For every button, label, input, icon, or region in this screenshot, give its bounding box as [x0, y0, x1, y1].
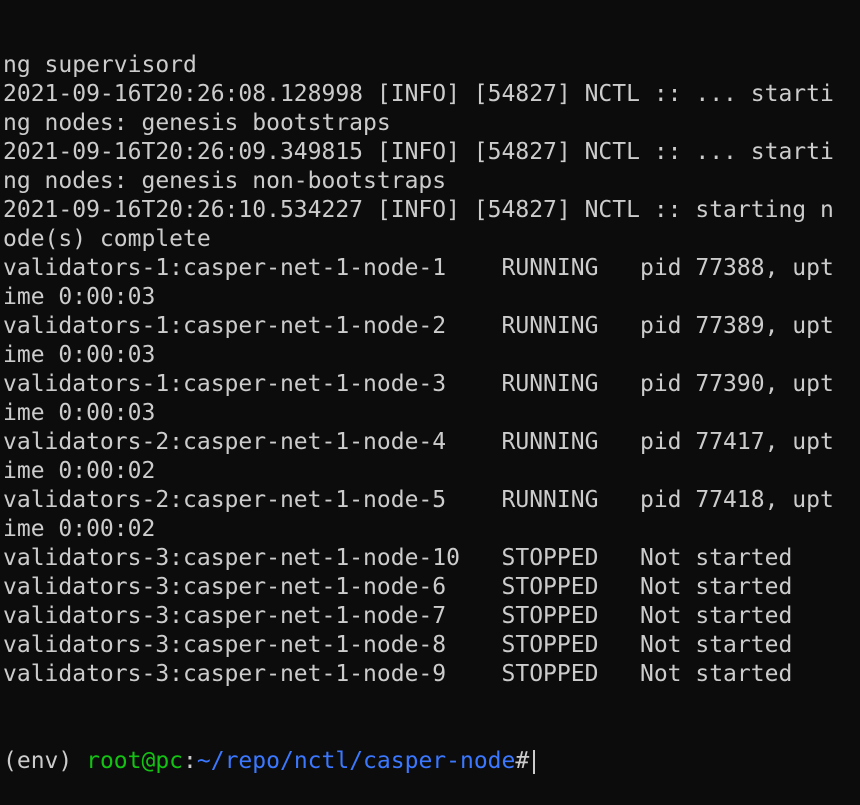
- terminal-line: validators-1:casper-net-1-node-1 RUNNING…: [3, 255, 834, 281]
- terminal-line: 2021-09-16T20:26:08.128998 [INFO] [54827…: [3, 81, 834, 107]
- terminal-line: ng nodes: genesis non-bootstraps: [3, 168, 447, 194]
- terminal-line: validators-3:casper-net-1-node-6 STOPPED…: [3, 574, 793, 600]
- terminal-line: validators-2:casper-net-1-node-4 RUNNING…: [3, 429, 834, 455]
- terminal-line: ode(s) complete: [3, 226, 211, 252]
- terminal-line: 2021-09-16T20:26:09.349815 [INFO] [54827…: [3, 139, 834, 165]
- terminal-line: validators-1:casper-net-1-node-2 RUNNING…: [3, 313, 834, 339]
- terminal-line: 2021-09-16T20:26:10.534227 [INFO] [54827…: [3, 197, 834, 223]
- prompt-env: (env): [3, 748, 87, 774]
- terminal-line: validators-1:casper-net-1-node-3 RUNNING…: [3, 371, 834, 397]
- terminal-line: ime 0:00:03: [3, 342, 156, 368]
- terminal-line: ng supervisord: [3, 52, 197, 78]
- terminal-line: validators-2:casper-net-1-node-5 RUNNING…: [3, 487, 834, 513]
- terminal-lines: ng supervisord 2021-09-16T20:26:08.128998…: [3, 51, 860, 689]
- terminal-line: ime 0:00:03: [3, 400, 156, 426]
- prompt-user-host: root@pc: [86, 748, 184, 774]
- terminal-line: ime 0:00:02: [3, 458, 156, 484]
- terminal-line: validators-3:casper-net-1-node-10 STOPPE…: [3, 545, 793, 571]
- terminal-line: ime 0:00:03: [3, 284, 156, 310]
- prompt-symbol: #: [515, 748, 530, 774]
- terminal-line: ime 0:00:02: [3, 516, 156, 542]
- terminal-line: validators-3:casper-net-1-node-9 STOPPED…: [3, 661, 793, 687]
- prompt-path: ~/repo/nctl/casper-node: [196, 748, 516, 774]
- shell-prompt[interactable]: (env) root@pc:~/repo/nctl/casper-node#: [3, 747, 860, 776]
- terminal-line: ng nodes: genesis bootstraps: [3, 110, 391, 136]
- text-cursor: [533, 749, 536, 774]
- terminal-output[interactable]: ng supervisord 2021-09-16T20:26:08.128998…: [3, 0, 860, 805]
- terminal-line: validators-3:casper-net-1-node-7 STOPPED…: [3, 603, 793, 629]
- terminal-line: validators-3:casper-net-1-node-8 STOPPED…: [3, 632, 793, 658]
- prompt-separator: :: [183, 748, 197, 774]
